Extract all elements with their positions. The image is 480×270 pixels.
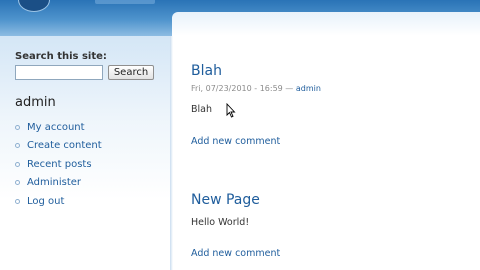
node-body: Blah [191,104,212,115]
node-title-link[interactable]: Blah [191,63,222,79]
administer-link[interactable]: Administer [27,177,81,188]
my-account-link[interactable]: My account [27,122,85,133]
bullet-icon [15,161,20,167]
nav-item-create-content: Create content [15,137,102,156]
add-comment-link[interactable]: Add new comment [191,136,280,147]
node-title-link[interactable]: New Page [191,192,260,208]
bullet-icon [15,180,20,186]
separator: — [282,84,296,93]
node-body: Hello World! [191,217,250,228]
user-block-title: admin [15,95,56,110]
add-comment-link[interactable]: Add new comment [191,248,280,259]
content-divider [170,36,173,270]
nav-item-log-out: Log out [15,192,102,211]
post-date: Fri, 07/23/2010 - 16:59 [191,84,283,93]
user-navigation: My account Create content Recent posts A… [15,118,102,211]
nav-item-administer: Administer [15,174,102,193]
site-name[interactable] [95,0,155,4]
bullet-icon [15,198,20,204]
search-input[interactable] [15,65,103,80]
nav-item-recent-posts: Recent posts [15,155,102,174]
bullet-icon [15,124,20,130]
create-content-link[interactable]: Create content [27,140,102,151]
submitted-info: Fri, 07/23/2010 - 16:59 — admin [191,84,321,93]
drupal-logo-icon[interactable] [18,0,50,12]
author-link[interactable]: admin [296,84,321,93]
mouse-pointer-icon [226,103,236,118]
recent-posts-link[interactable]: Recent posts [27,159,92,170]
content-top-tab [172,12,480,36]
search-label: Search this site: [15,51,107,62]
log-out-link[interactable]: Log out [27,196,64,207]
nav-item-my-account: My account [15,118,102,137]
bullet-icon [15,143,20,149]
search-button[interactable]: Search [108,65,154,80]
